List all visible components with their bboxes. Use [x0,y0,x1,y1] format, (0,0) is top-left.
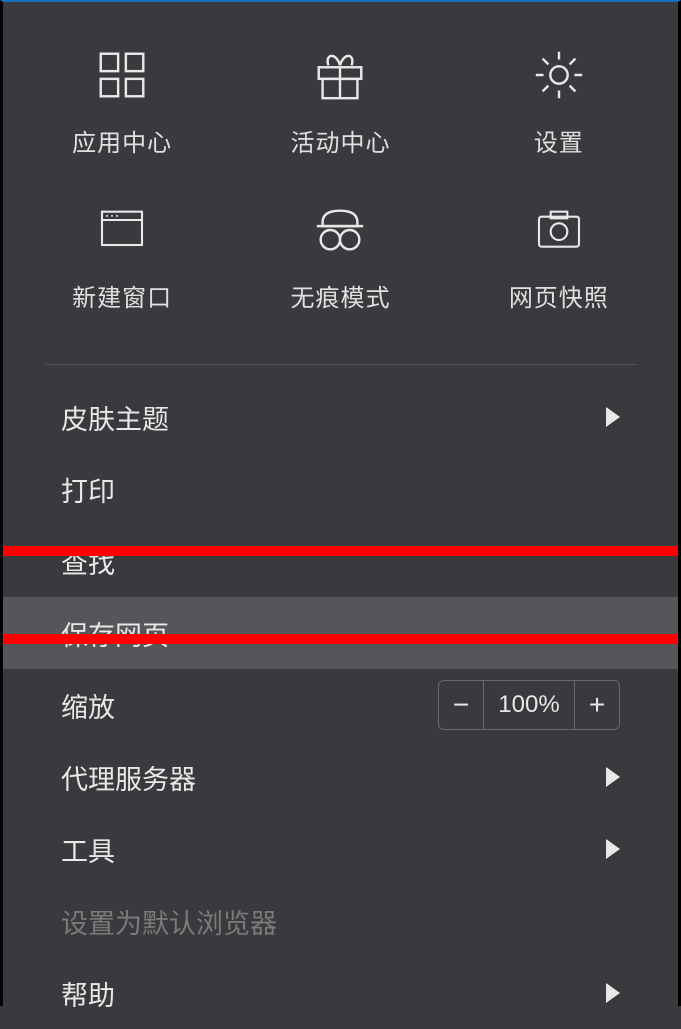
menu-label: 帮助 [61,974,115,1013]
menu-item-set-default: 设置为默认浏览器 [13,885,668,957]
grid-item-settings[interactable]: 设置 [450,24,668,179]
highlight-bar-top [3,546,678,556]
menu-label: 设置为默认浏览器 [61,902,277,941]
menu-label: 皮肤主题 [61,398,169,437]
grid-item-apps[interactable]: 应用中心 [13,24,231,179]
camera-icon [529,200,589,260]
zoom-value: 100% [483,681,575,729]
grid-item-activity[interactable]: 活动中心 [231,24,449,179]
grid-label: 应用中心 [72,123,172,158]
menu-item-print[interactable]: 打印 [13,453,668,525]
menu-label: 打印 [61,470,115,509]
grid-label: 活动中心 [290,123,390,158]
menu-list: 皮肤主题 打印 查找 保存网页 缩放 − 100% + 代理服务器 工具 [13,365,668,1029]
highlight-bar-bottom [3,634,678,644]
arrow-right-icon [606,839,620,859]
menu-label: 缩放 [61,686,115,725]
menu-item-proxy[interactable]: 代理服务器 [13,741,668,813]
menu-item-help[interactable]: 帮助 [13,957,668,1029]
zoom-out-button[interactable]: − [439,681,483,729]
grid-item-snapshot[interactable]: 网页快照 [450,179,668,334]
grid-label: 设置 [534,123,584,158]
menu-item-tools[interactable]: 工具 [13,813,668,885]
zoom-control: − 100% + [438,680,620,730]
arrow-right-icon [606,407,620,427]
grid-label: 无痕模式 [290,278,390,313]
shortcut-grid: 应用中心 活动中心 设置 [13,2,668,364]
menu-label: 保存网页 [61,614,169,653]
menu-item-find[interactable]: 查找 [13,525,668,597]
settings-panel: 应用中心 活动中心 设置 [0,0,681,1006]
arrow-right-icon [606,983,620,1003]
menu-item-save-page[interactable]: 保存网页 [3,597,678,669]
incognito-icon [310,200,370,260]
menu-label: 代理服务器 [61,758,196,797]
zoom-in-button[interactable]: + [575,681,619,729]
gear-icon [529,45,589,105]
arrow-right-icon [606,767,620,787]
grid-label: 网页快照 [509,278,609,313]
apps-icon [92,45,152,105]
gift-icon [310,45,370,105]
grid-item-incognito[interactable]: 无痕模式 [231,179,449,334]
menu-item-skin[interactable]: 皮肤主题 [13,381,668,453]
grid-item-new-window[interactable]: 新建窗口 [13,179,231,334]
grid-label: 新建窗口 [72,278,172,313]
menu-label: 工具 [61,830,115,869]
menu-item-zoom: 缩放 − 100% + [13,669,668,741]
window-icon [92,200,152,260]
